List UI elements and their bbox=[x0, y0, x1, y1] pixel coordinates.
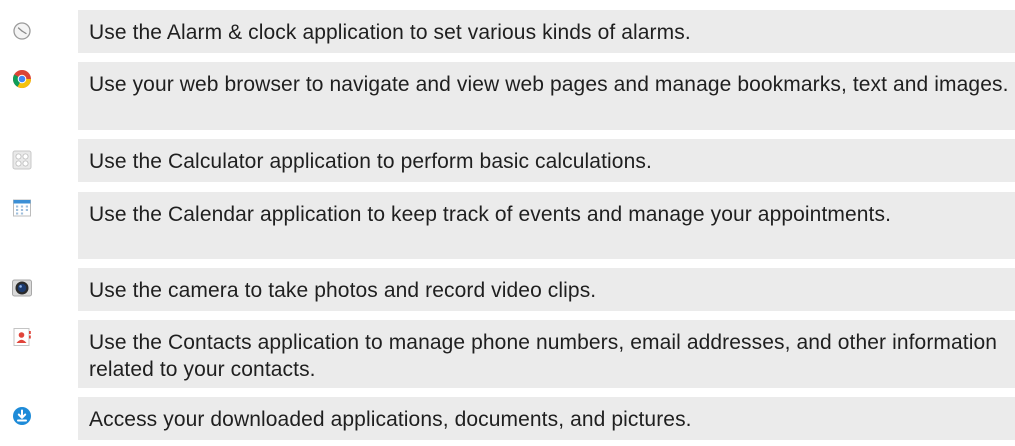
calendar-icon bbox=[12, 198, 32, 218]
list-item-text: Use the camera to take photos and record… bbox=[78, 268, 1015, 311]
list-item-browser: Use your web browser to navigate and vie… bbox=[0, 62, 1015, 130]
list-item-text: Access your downloaded applications, doc… bbox=[78, 397, 1015, 440]
list-item-calendar: Use the Calendar application to keep tra… bbox=[0, 192, 1015, 259]
list-item-text: Use the Calculator application to perfor… bbox=[78, 139, 1015, 182]
alarm-clock-icon bbox=[12, 21, 32, 41]
list-item-text: Use the Alarm & clock application to set… bbox=[78, 10, 1015, 53]
list-item-alarm: Use the Alarm & clock application to set… bbox=[0, 10, 1015, 53]
list-item-camera: Use the camera to take photos and record… bbox=[0, 268, 1015, 311]
list-item-text: Use the Contacts application to manage p… bbox=[78, 320, 1015, 388]
list-item-downloads: Access your downloaded applications, doc… bbox=[0, 397, 1015, 440]
camera-icon bbox=[12, 278, 32, 298]
downloads-icon bbox=[12, 406, 32, 426]
web-browser-icon bbox=[12, 69, 32, 89]
contacts-icon bbox=[12, 327, 32, 347]
calculator-icon bbox=[12, 150, 32, 170]
list-item-contacts: Use the Contacts application to manage p… bbox=[0, 320, 1015, 388]
list-item-text: Use your web browser to navigate and vie… bbox=[78, 62, 1015, 130]
app-description-list: Use the Alarm & clock application to set… bbox=[0, 0, 1015, 446]
list-item-calculator: Use the Calculator application to perfor… bbox=[0, 139, 1015, 182]
list-item-text: Use the Calendar application to keep tra… bbox=[78, 192, 1015, 259]
